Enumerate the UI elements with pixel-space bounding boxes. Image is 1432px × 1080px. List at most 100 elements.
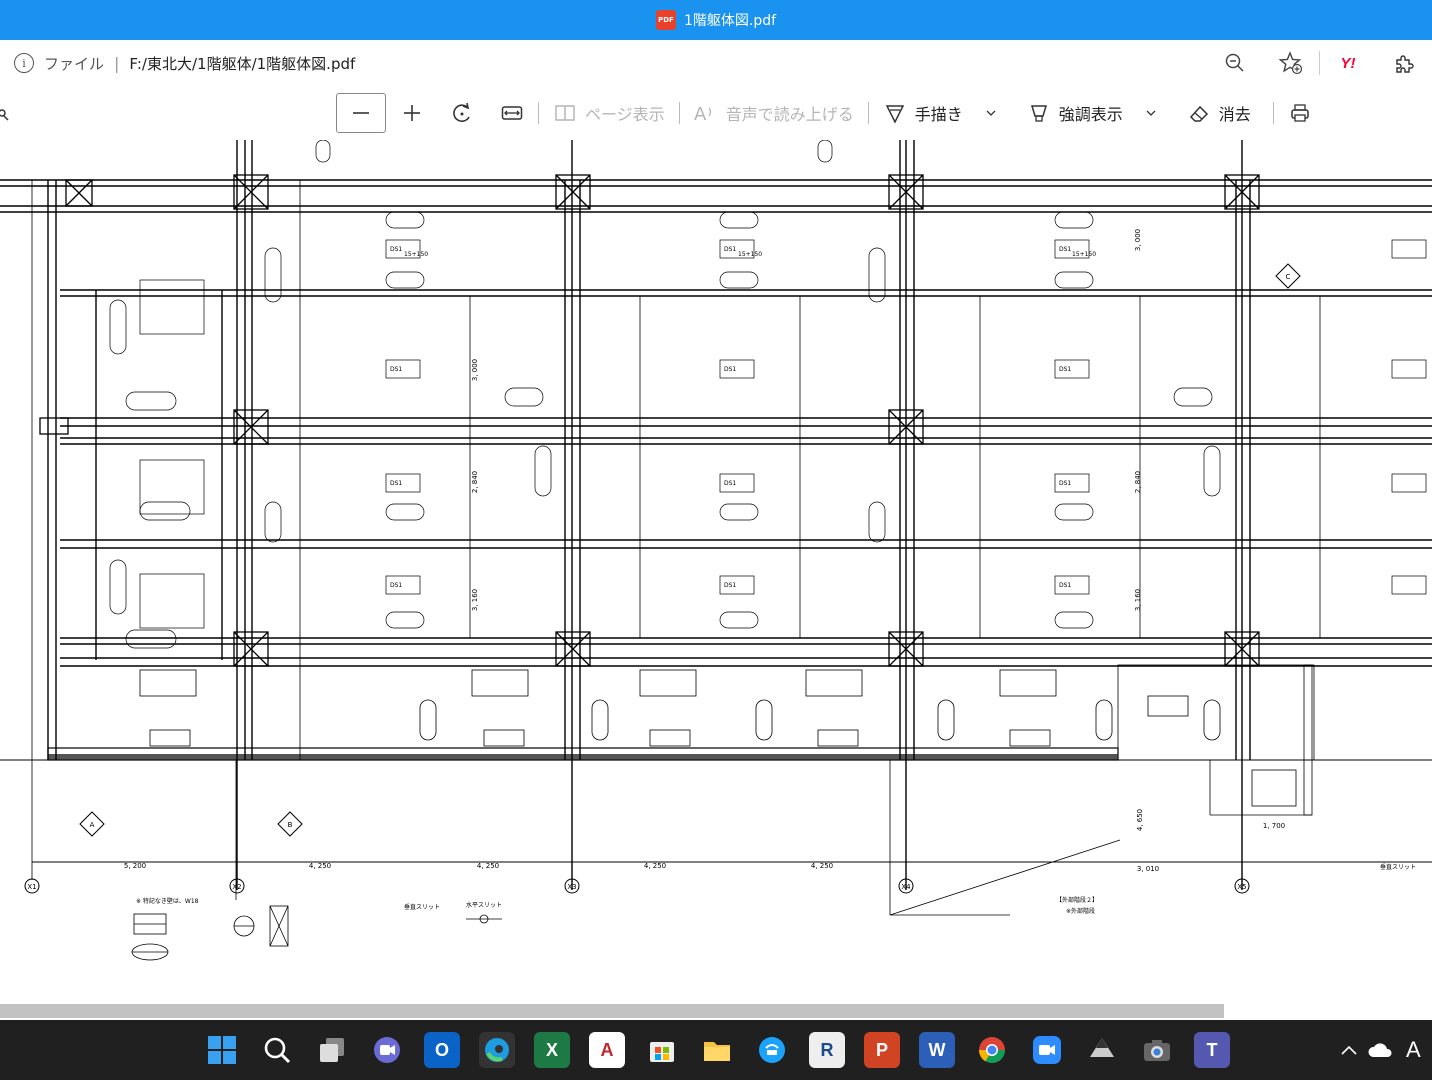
slit-horizontal-title: 水平スリット (466, 901, 502, 909)
address-url[interactable]: F:/東北大/1階躯体/1階躯体図.pdf (129, 53, 355, 74)
outlook-icon[interactable]: O (424, 1032, 460, 1068)
tray-overflow-icon[interactable] (1340, 1020, 1358, 1080)
structural-drawing: DS1 DS1 DS1 DS1 DS1 DS1 DS1 DS1 DS1 DS1 … (0, 140, 1432, 961)
pdf-viewer-canvas[interactable]: DS1 DS1 DS1 DS1 DS1 DS1 DS1 DS1 DS1 DS1 … (0, 140, 1432, 1002)
zoom-page-icon[interactable] (1207, 40, 1263, 86)
address-bar: i ファイル | F:/東北大/1階躯体/1階躯体図.pdf Y! (0, 40, 1432, 87)
grid-label: X4 (901, 883, 911, 891)
slab-label: 15+150 (738, 251, 762, 258)
scrollbar-thumb[interactable] (0, 1004, 1224, 1018)
eraser-icon (1187, 101, 1211, 125)
svg-text:A: A (694, 104, 707, 124)
slab-label: DS1 (1059, 246, 1071, 253)
span-dimension: 4, 250 (644, 862, 666, 870)
task-view-icon[interactable] (314, 1032, 350, 1068)
word-icon[interactable]: W (919, 1032, 955, 1068)
slab-label: 15+150 (1072, 251, 1096, 258)
zoom-in-icon[interactable] (400, 101, 424, 125)
slab-label: DS1 (390, 246, 402, 253)
span-dimension: 4, 250 (477, 862, 499, 870)
chrome-icon[interactable] (974, 1032, 1010, 1068)
stair-height: 4, 650 (1136, 809, 1144, 831)
section-mark: C (1286, 273, 1291, 281)
file-explorer-icon[interactable] (699, 1032, 735, 1068)
chevron-down-icon[interactable] (985, 107, 997, 119)
zoom-out-button[interactable] (336, 93, 386, 133)
slab-label: DS1 (724, 480, 736, 487)
grid-label: X3 (567, 883, 576, 891)
extensions-icon[interactable] (1376, 40, 1432, 86)
stair-width: 3, 010 (1137, 865, 1159, 873)
window-title-bar: PDF 1階躯体図.pdf (0, 0, 1432, 40)
height-dimension: 2, 840 (471, 471, 479, 493)
slab-label: 15+150 (404, 251, 428, 258)
store-icon[interactable] (644, 1032, 680, 1068)
legend-title: ※ 特記なき壁は、W18 (136, 897, 199, 905)
windows-taskbar: O X A R P W T A (0, 1020, 1432, 1080)
edge-icon[interactable] (479, 1032, 515, 1068)
highlight-button[interactable]: 強調表示 (1027, 93, 1157, 133)
pdf-file-icon: PDF (655, 10, 676, 30)
teams-icon[interactable]: T (1194, 1032, 1230, 1068)
page-view-icon (553, 101, 577, 125)
toolbar-overflow-icon[interactable] (0, 104, 10, 122)
erase-button[interactable]: 消去 (1187, 93, 1251, 133)
height-dimension: 3, 160 (1134, 589, 1142, 611)
page-view-button[interactable]: ページ表示 (553, 93, 665, 133)
slit-vertical-title: 垂直スリット (1380, 863, 1416, 871)
rotate-icon[interactable] (450, 101, 474, 125)
read-aloud-label: 音声で読み上げる (725, 105, 854, 124)
toolbar-divider (538, 102, 539, 124)
toolbar-divider (867, 102, 869, 124)
slab-label: DS1 (390, 582, 402, 589)
onedrive-icon[interactable] (1368, 1020, 1394, 1080)
inkscape-icon[interactable] (1084, 1032, 1120, 1068)
camera-icon[interactable] (1139, 1032, 1175, 1068)
line-icon[interactable] (754, 1032, 790, 1068)
print-icon[interactable] (1288, 101, 1312, 125)
erase-label: 消去 (1218, 105, 1251, 124)
revit-icon[interactable]: R (809, 1032, 845, 1068)
zoom-icon[interactable] (1029, 1032, 1065, 1068)
chevron-down-icon[interactable] (1145, 107, 1157, 119)
section-mark: B (288, 821, 293, 829)
stair-length: 1, 700 (1263, 822, 1285, 830)
meet-icon[interactable] (369, 1032, 405, 1068)
excel-icon[interactable]: X (534, 1032, 570, 1068)
toolbar-divider (1272, 102, 1274, 124)
span-dimension: 4, 250 (811, 862, 833, 870)
info-icon[interactable]: i (14, 53, 34, 73)
fit-to-width-icon[interactable] (500, 101, 524, 125)
grid-label: X1 (27, 883, 36, 891)
slab-label: DS1 (1059, 480, 1071, 487)
horizontal-scrollbar[interactable] (0, 1002, 1432, 1020)
height-dimension: 3, 000 (471, 359, 479, 381)
search-icon[interactable] (259, 1032, 295, 1068)
slab-label: DS1 (1059, 582, 1071, 589)
height-dimension: 3, 160 (471, 589, 479, 611)
highlighter-icon (1027, 101, 1051, 125)
address-scheme-label: ファイル (44, 54, 105, 73)
draw-pen-icon (883, 101, 907, 125)
windows-start-icon[interactable] (204, 1032, 240, 1068)
span-dimension: 5, 200 (124, 862, 146, 870)
draw-button[interactable]: 手描き (883, 93, 997, 133)
yahoo-extension-icon[interactable]: Y! (1320, 40, 1376, 86)
slab-label: DS1 (390, 480, 402, 487)
draw-label: 手描き (914, 105, 963, 124)
powerpoint-icon[interactable]: P (864, 1032, 900, 1068)
span-dimension: 4, 250 (309, 862, 331, 870)
pdf-toolbar: ページ表示 A 音声で読み上げる 手描き 強調表示 消去 (0, 86, 1432, 141)
read-aloud-button[interactable]: A 音声で読み上げる (694, 93, 854, 133)
ime-indicator[interactable]: A (1406, 1020, 1421, 1080)
stair-title: 【外部階段２】 (1056, 896, 1098, 904)
slab-label: DS1 (724, 366, 736, 373)
stair-note: ※外部階段 (1066, 907, 1095, 915)
acrobat-icon[interactable]: A (589, 1032, 625, 1068)
slit-vertical-title: 垂直スリット (404, 903, 440, 911)
slab-label: DS1 (390, 366, 402, 373)
slab-label: DS1 (724, 582, 736, 589)
add-favorite-icon[interactable] (1263, 40, 1319, 86)
window-title: 1階躯体図.pdf (683, 13, 777, 29)
toolbar-divider (678, 102, 680, 124)
